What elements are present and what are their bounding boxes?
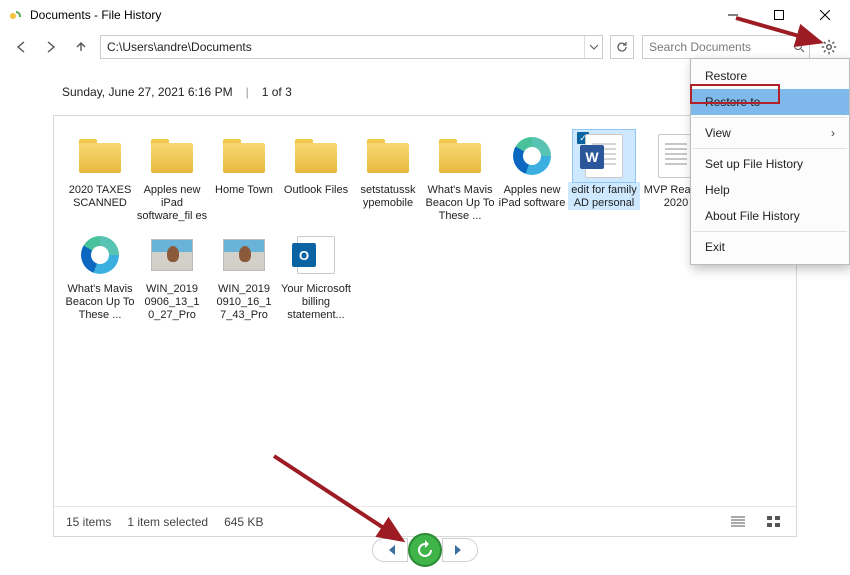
menu-view[interactable]: View› [691, 120, 849, 146]
menu-divider [693, 117, 847, 118]
file-icon [69, 130, 131, 182]
file-item[interactable]: What's Mavis Beacon Up To These ... [424, 130, 496, 223]
search-box[interactable]: Search Documents [642, 35, 810, 59]
next-version-button[interactable] [442, 538, 478, 562]
menu-exit[interactable]: Exit [691, 234, 849, 260]
selection-size: 645 KB [224, 515, 263, 529]
file-label: WIN_2019 0910_16_1 7_43_Pro [208, 281, 280, 322]
file-item[interactable]: WIN_2019 0910_16_1 7_43_Pro [208, 229, 280, 322]
app-icon [8, 7, 24, 23]
file-item[interactable]: Outlook Files [280, 130, 352, 223]
file-item[interactable]: 2020 TAXES SCANNED [64, 130, 136, 223]
menu-help[interactable]: Help [691, 177, 849, 203]
settings-menu: Restore Restore to View› Set up File His… [690, 58, 850, 265]
file-item[interactable]: ✓Wedit for family AD personal [568, 130, 640, 223]
up-button[interactable] [70, 36, 92, 58]
file-item[interactable]: What's Mavis Beacon Up To These ... [64, 229, 136, 322]
file-icon [141, 130, 203, 182]
file-label: WIN_2019 0906_13_1 0_27_Pro [136, 281, 208, 322]
menu-restore[interactable]: Restore [691, 63, 849, 89]
file-item[interactable]: Apples new iPad software_fil es [136, 130, 208, 223]
close-button[interactable] [802, 0, 848, 30]
refresh-button[interactable] [610, 35, 634, 59]
file-item[interactable]: Apples new iPad software [496, 130, 568, 223]
file-label: edit for family AD personal [568, 182, 640, 210]
path-text: C:\Users\andre\Documents [101, 40, 584, 54]
maximize-button[interactable] [756, 0, 802, 30]
file-label: What's Mavis Beacon Up To These ... [424, 182, 496, 223]
file-label: Outlook Files [284, 182, 348, 197]
file-icon [285, 130, 347, 182]
file-icon [357, 130, 419, 182]
restore-button[interactable] [408, 533, 442, 567]
selection-info: 1 item selected [127, 515, 208, 529]
file-item[interactable]: setstatussk ypemobile [352, 130, 424, 223]
file-icon: ✓W [573, 130, 635, 182]
menu-restore-to[interactable]: Restore to [691, 89, 849, 115]
file-item[interactable]: WIN_2019 0906_13_1 0_27_Pro [136, 229, 208, 322]
file-icon [69, 229, 131, 281]
settings-gear-icon[interactable] [818, 36, 840, 58]
search-placeholder: Search Documents [649, 40, 751, 54]
snapshot-time: Sunday, June 27, 2021 6:16 PM [62, 85, 233, 99]
history-navigation [0, 529, 850, 571]
file-label: Home Town [215, 182, 273, 197]
menu-divider [693, 148, 847, 149]
snapshot-position: 1 of 3 [262, 85, 292, 99]
file-label: setstatussk ypemobile [352, 182, 424, 210]
file-icon [213, 130, 275, 182]
file-label: What's Mavis Beacon Up To These ... [64, 281, 136, 322]
separator: | [246, 85, 249, 99]
menu-divider [693, 231, 847, 232]
file-item[interactable]: OYour Microsoft billing statement... [280, 229, 352, 322]
submenu-arrow-icon: › [831, 126, 835, 140]
file-item[interactable]: Home Town [208, 130, 280, 223]
file-label: Your Microsoft billing statement... [280, 281, 352, 322]
file-label: Apples new iPad software [496, 182, 568, 210]
file-icon [141, 229, 203, 281]
file-panel: 2020 TAXES SCANNEDApples new iPad softwa… [53, 115, 797, 537]
file-grid[interactable]: 2020 TAXES SCANNEDApples new iPad softwa… [54, 116, 796, 506]
menu-about[interactable]: About File History [691, 203, 849, 229]
file-icon [501, 130, 563, 182]
file-icon [213, 229, 275, 281]
file-icon: O [285, 229, 347, 281]
forward-button[interactable] [40, 36, 62, 58]
file-label: Apples new iPad software_fil es [136, 182, 208, 223]
file-icon [429, 130, 491, 182]
address-bar[interactable]: C:\Users\andre\Documents [100, 35, 603, 59]
item-count: 15 items [66, 515, 111, 529]
file-label: 2020 TAXES SCANNED [64, 182, 136, 210]
title-bar: Documents - File History [0, 0, 850, 30]
previous-version-button[interactable] [372, 538, 408, 562]
window-title: Documents - File History [30, 8, 710, 22]
search-icon [793, 41, 805, 53]
minimize-button[interactable] [710, 0, 756, 30]
back-button[interactable] [10, 36, 32, 58]
menu-setup[interactable]: Set up File History [691, 151, 849, 177]
address-dropdown[interactable] [584, 36, 602, 58]
